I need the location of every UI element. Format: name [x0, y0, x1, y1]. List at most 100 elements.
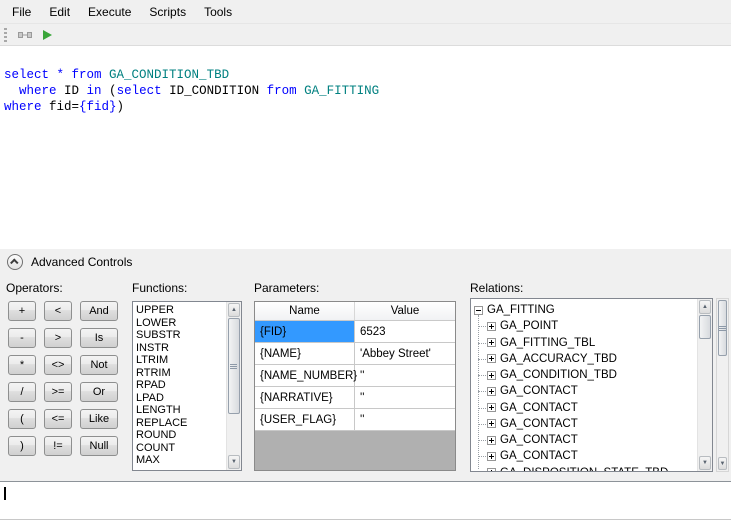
run-button[interactable]	[36, 25, 58, 45]
expand-icon[interactable]	[487, 354, 496, 364]
menu-item-tools[interactable]: Tools	[195, 0, 241, 23]
sql-token: ID_CONDITION	[161, 84, 267, 98]
collapse-advanced-button[interactable]	[7, 254, 23, 270]
sql-line: where fid={fid})	[4, 99, 727, 115]
tree-item-root[interactable]: GA_FITTING	[474, 302, 712, 318]
toolbar	[0, 24, 731, 46]
menu-item-scripts[interactable]: Scripts	[140, 0, 195, 23]
param-value-cell[interactable]: ''	[355, 365, 455, 386]
expand-icon[interactable]	[487, 321, 496, 331]
tree-item-label: GA_POINT	[500, 320, 559, 333]
param-name-cell[interactable]: {FID}	[255, 321, 355, 342]
scroll-up-icon[interactable]: ▲	[699, 300, 711, 314]
tree-item-ga_contact[interactable]: GA_CONTACT	[478, 400, 712, 416]
tree-item-ga_condition_tbd[interactable]: GA_CONDITION_TBD	[478, 367, 712, 383]
column-header-value[interactable]: Value	[355, 302, 455, 320]
operator-button-divide[interactable]: /	[8, 382, 36, 402]
chevron-up-icon	[10, 258, 19, 267]
tree-item-label: GA_ACCURACY_TBD	[500, 352, 617, 365]
operator-button-less-equal[interactable]: <=	[44, 409, 72, 429]
advanced-controls-header: Advanced Controls	[0, 249, 731, 275]
operator-button-minus[interactable]: -	[8, 328, 36, 348]
sql-token: where	[4, 100, 42, 114]
parameter-row[interactable]: {FID} 6523	[255, 321, 455, 343]
relations-scrollbar[interactable]: ▲ ▼	[697, 299, 712, 471]
tree-item-ga_contact[interactable]: GA_CONTACT	[478, 383, 712, 399]
connect-icon	[18, 31, 32, 38]
panel-scrollbar[interactable]: ▼	[716, 298, 729, 472]
functions-label: Functions:	[132, 281, 188, 295]
menu-item-edit[interactable]: Edit	[40, 0, 79, 23]
menu-item-file[interactable]: File	[3, 0, 40, 23]
expand-icon[interactable]	[487, 468, 496, 471]
param-name-cell[interactable]: {NARRATIVE}	[255, 387, 355, 408]
menu-item-execute[interactable]: Execute	[79, 0, 140, 23]
operator-button-like[interactable]: Like	[80, 409, 118, 429]
parameter-row[interactable]: {USER_FLAG} ''	[255, 409, 455, 431]
connect-button[interactable]	[14, 25, 36, 45]
expand-icon[interactable]	[487, 386, 496, 396]
operator-button-or[interactable]: Or	[80, 382, 118, 402]
operator-button-and[interactable]: And	[80, 301, 118, 321]
scrollbar-thumb[interactable]	[228, 318, 240, 414]
tree-item-ga_contact[interactable]: GA_CONTACT	[478, 432, 712, 448]
operator-button-close-paren[interactable]: )	[8, 436, 36, 456]
expand-icon[interactable]	[487, 435, 496, 445]
sql-token: ID	[56, 84, 87, 98]
operator-button-is[interactable]: Is	[80, 328, 118, 348]
toolbar-grip[interactable]	[4, 27, 7, 42]
scroll-up-icon[interactable]: ▲	[228, 303, 240, 317]
operator-button-greater-than[interactable]: >	[44, 328, 72, 348]
param-value-cell[interactable]: 6523	[355, 321, 455, 342]
operator-button-greater-equal[interactable]: >=	[44, 382, 72, 402]
tree-item-ga_point[interactable]: GA_POINT	[478, 318, 712, 334]
param-value-cell[interactable]: ''	[355, 387, 455, 408]
scrollbar-thumb[interactable]	[718, 300, 727, 356]
relations-tree: GA_FITTING GA_POINT GA_FITTING_TBL GA_ACCU…	[470, 298, 713, 472]
param-value-cell[interactable]: 'Abbey Street'	[355, 343, 455, 364]
operator-button-multiply[interactable]: *	[8, 355, 36, 375]
parameter-row[interactable]: {NAME} 'Abbey Street'	[255, 343, 455, 365]
scrollbar-thumb[interactable]	[699, 315, 711, 339]
tree-item-ga_fitting_tbl[interactable]: GA_FITTING_TBL	[478, 335, 712, 351]
expand-icon[interactable]	[487, 370, 496, 380]
expand-icon[interactable]	[487, 419, 496, 429]
scroll-down-icon[interactable]: ▼	[228, 455, 240, 469]
expand-icon[interactable]	[487, 338, 496, 348]
param-name-cell[interactable]: {USER_FLAG}	[255, 409, 355, 430]
operator-button-plus[interactable]: +	[8, 301, 36, 321]
param-value-cell[interactable]: ''	[355, 409, 455, 430]
advanced-controls-label: Advanced Controls	[31, 255, 133, 269]
tree-item-ga_disposition_state_tbd[interactable]: GA_DISPOSITION_STATE_TBD	[487, 465, 712, 471]
operator-button-bang-equal[interactable]: !=	[44, 436, 72, 456]
operator-button-less-than[interactable]: <	[44, 301, 72, 321]
expand-icon[interactable]	[487, 403, 496, 413]
expand-icon[interactable]	[487, 451, 496, 461]
scroll-down-icon[interactable]: ▼	[699, 456, 711, 470]
parameters-label: Parameters:	[254, 281, 320, 295]
tree-item-label: GA_CONTACT	[500, 385, 578, 398]
tree-item-label: GA_CONTACT	[500, 401, 578, 414]
operators-label: Operators:	[6, 281, 63, 295]
param-name-cell[interactable]: {NAME}	[255, 343, 355, 364]
command-input[interactable]	[0, 481, 731, 520]
operator-button-not[interactable]: Not	[80, 355, 118, 375]
sql-token: fid=	[41, 100, 80, 114]
sql-editor[interactable]: select * from GA_CONDITION_TBD where ID …	[0, 46, 731, 249]
parameters-header: Name Value	[255, 302, 455, 321]
scroll-down-icon[interactable]: ▼	[718, 457, 727, 470]
tree-item-ga_accuracy_tbd[interactable]: GA_ACCURACY_TBD	[478, 351, 712, 367]
operator-button-not-equal[interactable]: <>	[44, 355, 72, 375]
parameter-row[interactable]: {NARRATIVE} ''	[255, 387, 455, 409]
collapse-icon[interactable]	[474, 305, 483, 315]
operator-button-null[interactable]: Null	[80, 436, 118, 456]
param-name-cell[interactable]: {NAME_NUMBER}	[255, 365, 357, 386]
functions-scrollbar[interactable]: ▲ ▼	[226, 302, 241, 470]
operator-button-open-paren[interactable]: (	[8, 409, 36, 429]
parameter-row[interactable]: {NAME_NUMBER} ''	[255, 365, 455, 387]
tree-item-label: GA_CONTACT	[500, 434, 578, 447]
tree-item-ga_contact[interactable]: GA_CONTACT	[478, 416, 712, 432]
tree-item-ga_contact[interactable]: GA_CONTACT	[478, 448, 712, 464]
column-header-name[interactable]: Name	[255, 302, 355, 320]
